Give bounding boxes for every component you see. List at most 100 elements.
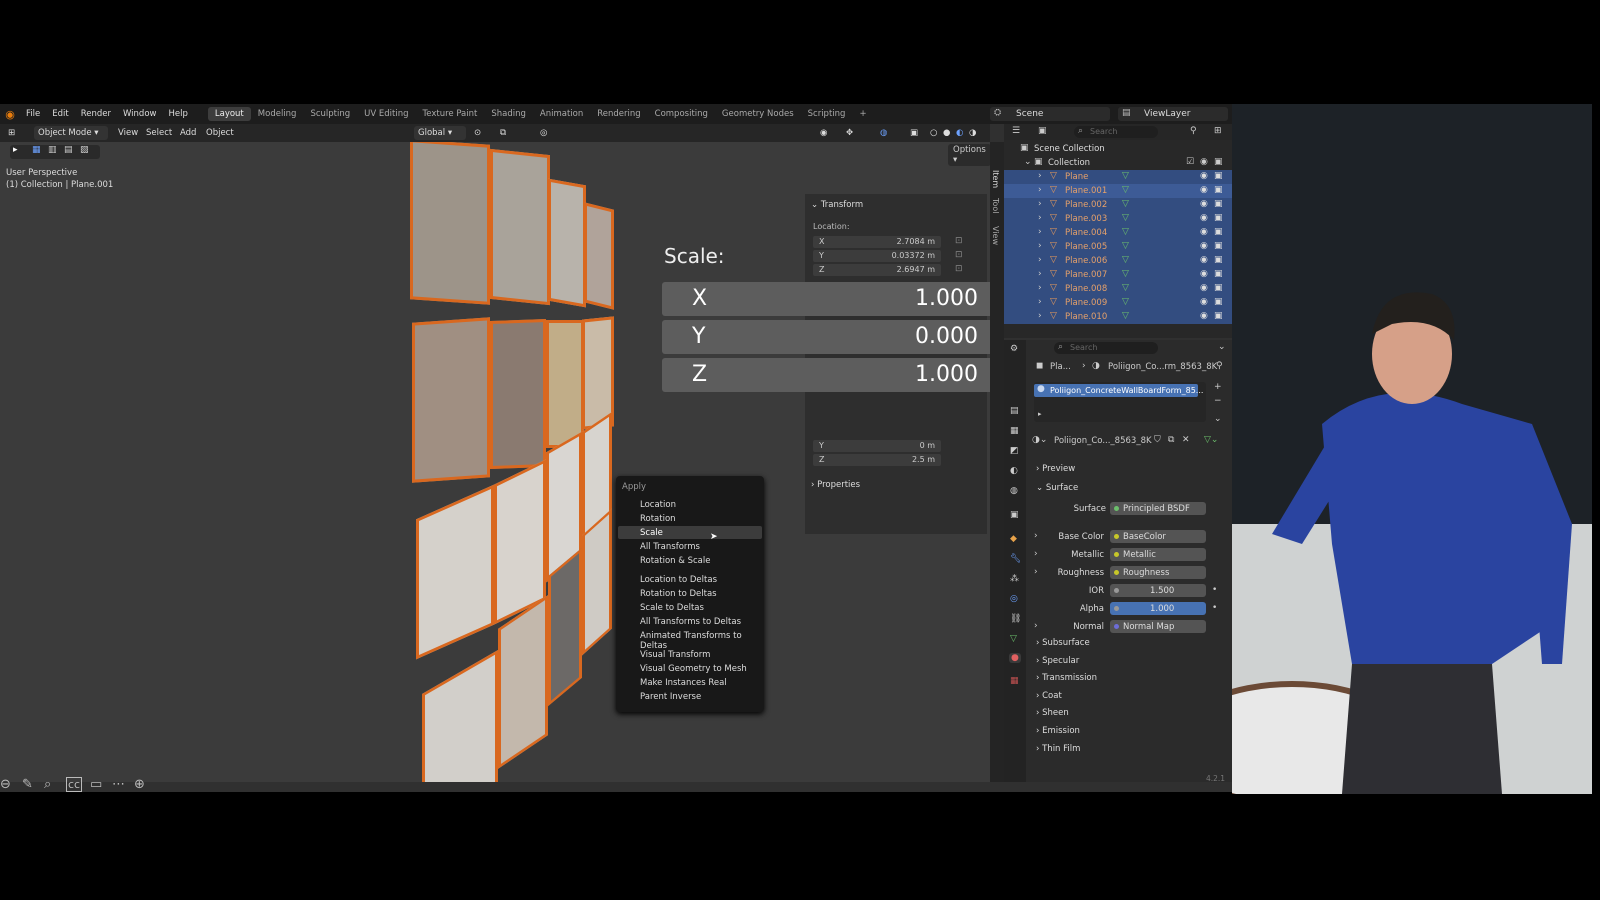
tab-scripting[interactable]: Scripting <box>801 107 853 121</box>
tab-compositing[interactable]: Compositing <box>648 107 715 121</box>
orientation-dropdown[interactable]: Global ▾ <box>414 126 466 140</box>
expand-arrow-icon[interactable]: › <box>1034 549 1038 559</box>
outliner-item[interactable]: › ▽ Plane.008 ▽ ◉ ▣ <box>1004 282 1232 296</box>
duplicate-icon[interactable]: ⧉ <box>1168 435 1174 445</box>
input-field[interactable]: Metallic <box>1110 548 1206 561</box>
eye-icon[interactable]: ◉ <box>1200 157 1208 167</box>
editor-type-icon[interactable]: ⊞ <box>8 126 15 140</box>
outliner-item[interactable]: › ▽ Plane.010 ▽ ◉ ▣ <box>1004 310 1232 324</box>
scene-name[interactable]: Scene <box>1016 109 1043 119</box>
camera-icon[interactable]: ▣ <box>1214 199 1223 209</box>
forward-icon[interactable]: ⊕ <box>134 777 145 792</box>
eye-icon[interactable]: ◉ <box>1200 255 1208 265</box>
outliner-item[interactable]: › ▽ Plane.007 ▽ ◉ ▣ <box>1004 268 1232 282</box>
expand-arrow-icon[interactable]: › <box>1038 227 1042 237</box>
tab-view[interactable]: View <box>991 226 1000 246</box>
menu-select[interactable]: Select <box>146 126 172 140</box>
more-icon[interactable]: ⋯ <box>112 777 125 792</box>
surface-shader-field[interactable]: Principled BSDF <box>1110 502 1206 515</box>
zoom-icon[interactable]: ⌕ <box>44 777 51 792</box>
checkbox-icon[interactable]: ☑ <box>1186 157 1194 167</box>
camera-icon[interactable]: ▣ <box>1214 283 1223 293</box>
tab-modeling[interactable]: Modeling <box>251 107 304 121</box>
remove-slot-button[interactable]: − <box>1214 396 1222 406</box>
node-link-icon[interactable]: ▽⌄ <box>1204 435 1218 445</box>
shading-rendered-icon[interactable]: ◑ <box>969 126 976 140</box>
lock-icon[interactable]: ⊡ <box>955 250 963 260</box>
eye-icon[interactable]: ◉ <box>1200 269 1208 279</box>
texture-tab-icon[interactable]: ▦ <box>1010 676 1019 686</box>
input-field[interactable]: Normal Map <box>1110 620 1206 633</box>
captions-icon[interactable]: cc <box>66 777 83 792</box>
menu-help[interactable]: Help <box>162 109 193 119</box>
add-slot-button[interactable]: + <box>1214 382 1222 392</box>
input-field[interactable]: BaseColor <box>1110 530 1206 543</box>
proportional-edit-icon[interactable]: ◎ <box>540 126 547 140</box>
plane-tile[interactable] <box>548 547 582 707</box>
fake-user-icon[interactable]: ⛉ <box>1154 435 1161 445</box>
preview-section[interactable]: › Preview <box>1036 464 1075 474</box>
breadcrumb-object[interactable]: Pla... <box>1050 362 1071 372</box>
camera-icon[interactable]: ▣ <box>1214 241 1223 251</box>
view-layer-name[interactable]: ViewLayer <box>1144 109 1190 119</box>
object-mode-dropdown[interactable]: Object Mode ▾ <box>34 126 108 140</box>
select-extend-icon[interactable]: ▥ <box>48 145 57 155</box>
menu-item-location-to-deltas[interactable]: Location to Deltas <box>640 575 717 585</box>
expand-arrow-icon[interactable]: › <box>1038 213 1042 223</box>
overlay-icon[interactable]: ◍ <box>880 126 887 140</box>
expand-arrow-icon[interactable]: › <box>1038 171 1042 181</box>
camera-icon[interactable]: ▣ <box>1214 185 1223 195</box>
dimension-z-field[interactable]: Z 2.5 m <box>813 454 941 466</box>
menu-item-rotation-scale[interactable]: Rotation & Scale <box>640 556 710 566</box>
material-datablock[interactable]: ◑⌄ Poliigon_Co..._8563_8K ⛉ ⧉ ✕ ▽⌄ <box>1032 434 1228 448</box>
menu-item-scale[interactable]: Scale <box>640 528 663 538</box>
render-tab-icon[interactable]: ▤ <box>1010 406 1019 416</box>
properties-search-input[interactable]: ⌕ Search <box>1054 342 1158 354</box>
tool-tab-icon[interactable]: ⚙ <box>1010 344 1018 354</box>
input-field[interactable]: 1.000 <box>1110 602 1206 615</box>
camera-icon[interactable]: ▣ <box>1214 171 1223 181</box>
breadcrumb-material[interactable]: Poliigon_Co...rm_8563_8K <box>1108 362 1217 372</box>
pen-icon[interactable]: ✎ <box>22 777 33 792</box>
modifier-tab-icon[interactable]: 🔧︎ <box>1010 554 1021 564</box>
menu-view[interactable]: View <box>118 126 138 140</box>
eye-icon[interactable]: ◉ <box>1200 171 1208 181</box>
outliner-scene-collection[interactable]: ▣ Scene Collection <box>1004 142 1232 156</box>
expand-arrow-icon[interactable]: › <box>1038 255 1042 265</box>
material-slot-selected[interactable]: ● Poliigon_ConcreteWallBoardForm_85... <box>1034 384 1203 397</box>
tab-sculpting[interactable]: Sculpting <box>303 107 357 121</box>
eye-icon[interactable]: ◉ <box>1200 283 1208 293</box>
menu-edit[interactable]: Edit <box>46 109 74 119</box>
select-box-icon[interactable]: ▦ <box>32 145 41 155</box>
camera-icon[interactable]: ▣ <box>1214 213 1223 223</box>
tab-animation[interactable]: Animation <box>533 107 590 121</box>
material-name[interactable]: Poliigon_Co..._8563_8K <box>1054 436 1152 446</box>
eye-icon[interactable]: ◉ <box>1200 185 1208 195</box>
menu-object[interactable]: Object <box>206 126 234 140</box>
subsection-coat[interactable]: › Coat <box>1036 691 1062 701</box>
menu-item-location[interactable]: Location <box>640 500 676 510</box>
tab-tool[interactable]: Tool <box>991 198 1000 214</box>
camera-icon[interactable]: ▣ <box>1214 297 1223 307</box>
eye-icon[interactable]: ◉ <box>1200 311 1208 321</box>
tab-uv-editing[interactable]: UV Editing <box>357 107 415 121</box>
menu-item-rotation-to-deltas[interactable]: Rotation to Deltas <box>640 589 717 599</box>
close-icon[interactable]: ✕ <box>1182 435 1190 445</box>
tab-geometry-nodes[interactable]: Geometry Nodes <box>715 107 801 121</box>
menu-item-parent-inverse[interactable]: Parent Inverse <box>640 692 701 702</box>
material-tab-icon[interactable]: ● <box>1009 653 1021 663</box>
tab-shading[interactable]: Shading <box>484 107 533 121</box>
menu-item-visual-transform[interactable]: Visual Transform <box>640 650 710 660</box>
menu-item-all-transforms-to-deltas[interactable]: All Transforms to Deltas <box>640 617 741 627</box>
object-tab-icon[interactable]: ◆ <box>1010 534 1017 544</box>
outliner-item[interactable]: › ▽ Plane.003 ▽ ◉ ▣ <box>1004 212 1232 226</box>
eye-icon[interactable]: ◉ <box>1200 241 1208 251</box>
outliner-item[interactable]: › ▽ Plane ▽ ◉ ▣ <box>1004 170 1232 184</box>
camera-icon[interactable]: ▣ <box>1214 269 1223 279</box>
plane-tile[interactable] <box>494 459 546 625</box>
input-field[interactable]: 1.500 <box>1110 584 1206 597</box>
expand-arrow-icon[interactable]: ⌄ <box>1024 157 1032 167</box>
add-workspace-button[interactable]: + <box>852 107 873 121</box>
gizmo-icon[interactable]: ✥ <box>846 126 853 140</box>
plane-tile[interactable] <box>490 148 550 306</box>
